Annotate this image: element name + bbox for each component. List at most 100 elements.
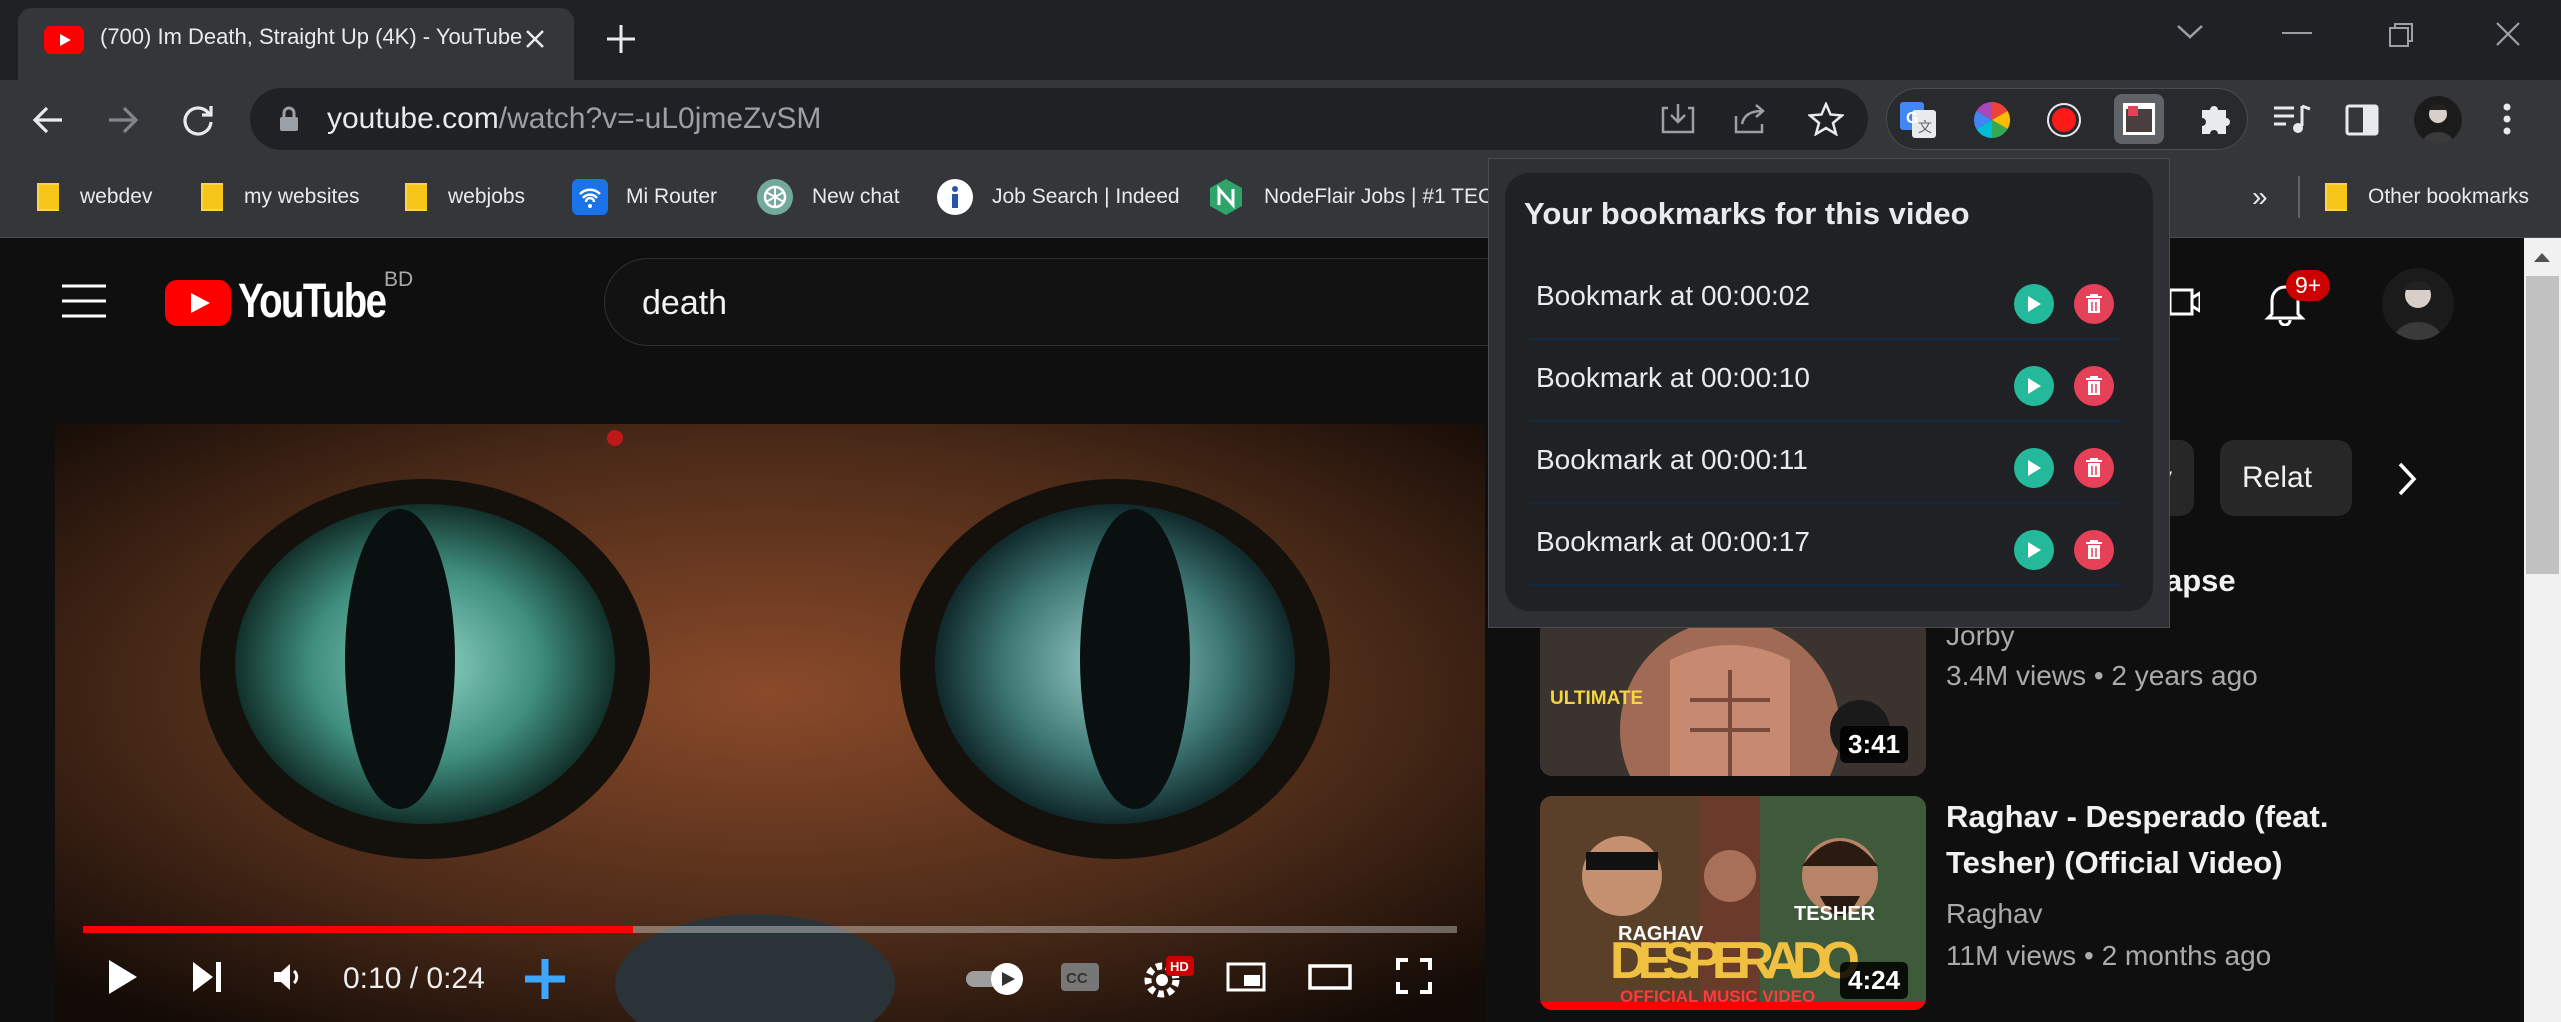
- folder-icon: [402, 181, 430, 213]
- back-icon[interactable]: [30, 102, 66, 138]
- bookmark-row: Bookmark at 00:00:11: [1530, 422, 2120, 504]
- next-icon[interactable]: [190, 960, 224, 994]
- tab-search-chevron-icon[interactable]: [2175, 22, 2205, 42]
- scroll-up-arrow-icon[interactable]: [2532, 250, 2552, 264]
- window-close-icon[interactable]: [2494, 20, 2522, 48]
- scrollbar-thumb[interactable]: [2526, 276, 2559, 574]
- color-picker-icon[interactable]: [1972, 100, 2012, 140]
- nodeflair-icon: [1206, 177, 1246, 217]
- svg-text:CC: CC: [1066, 970, 1088, 987]
- play-bookmark-icon[interactable]: [2014, 284, 2054, 324]
- hamburger-menu-icon[interactable]: [62, 284, 106, 318]
- chips-next-chevron-icon[interactable]: [2396, 460, 2418, 498]
- bookmark-label: Bookmark at 00:00:17: [1536, 526, 1810, 557]
- close-tab-icon[interactable]: [522, 26, 548, 52]
- bookmark-star-icon[interactable]: [1808, 102, 1844, 136]
- install-app-icon[interactable]: [1660, 102, 1696, 136]
- bookmark-mi-router[interactable]: Mi Router: [572, 158, 717, 236]
- folder-icon: [34, 181, 62, 213]
- bookmarks-bar: webdev my websites webjobs Mi Router New…: [0, 158, 2561, 238]
- bookmark-label: Bookmark at 00:00:10: [1536, 362, 1810, 393]
- side-panel-icon[interactable]: [2345, 104, 2379, 136]
- delete-bookmark-icon[interactable]: [2074, 366, 2114, 406]
- add-bookmark-icon[interactable]: [522, 956, 568, 1002]
- video-meta: 3.4M views • 2 years ago: [1946, 660, 2258, 691]
- bookmark-folder-webdev[interactable]: webdev: [34, 158, 152, 236]
- search-input[interactable]: [604, 258, 1504, 346]
- info-icon: [936, 178, 974, 216]
- country-code: BD: [384, 268, 414, 291]
- channel-name[interactable]: Raghav: [1946, 898, 2043, 930]
- bookmark-label: Bookmark at 00:00:11: [1536, 444, 1808, 475]
- folder-icon: [198, 181, 226, 213]
- notification-count-badge: 9+: [2286, 270, 2331, 301]
- bookmark-extension-icon: [2123, 103, 2155, 135]
- extensions-puzzle-icon[interactable]: [2196, 100, 2234, 138]
- url-text[interactable]: youtube.com/watch?v=-uL0jmeZvSM: [327, 102, 821, 136]
- youtube-favicon-icon: [44, 26, 84, 54]
- time-display: 0:10 / 0:24: [343, 962, 485, 995]
- thumbnail-text: ULTIMATE: [1550, 688, 1643, 709]
- play-icon[interactable]: [106, 958, 140, 996]
- restore-icon[interactable]: [2388, 22, 2414, 48]
- minimize-icon[interactable]: [2282, 32, 2312, 36]
- svg-text:文: 文: [1918, 119, 1932, 135]
- video-meta: 11M views • 2 months ago: [1946, 940, 2272, 971]
- account-avatar[interactable]: [2382, 268, 2454, 340]
- play-bookmark-icon[interactable]: [2014, 448, 2054, 488]
- tab-title: (700) Im Death, Straight Up (4K) - YouTu…: [100, 24, 523, 49]
- settings-gear-icon[interactable]: HD: [1144, 956, 1194, 1000]
- bookmark-new-chat[interactable]: New chat: [756, 158, 900, 236]
- share-icon[interactable]: [1732, 102, 1770, 136]
- forward-icon[interactable]: [105, 102, 141, 138]
- chip-related[interactable]: Relat: [2220, 440, 2352, 516]
- wifi-icon: [572, 179, 608, 215]
- bookmarks-overflow-button[interactable]: »: [2252, 158, 2268, 236]
- delete-bookmark-icon[interactable]: [2074, 448, 2114, 488]
- folder-icon: [2322, 181, 2350, 213]
- bookmark-indeed[interactable]: Job Search | Indeed: [936, 158, 1180, 236]
- bookmark-row: Bookmark at 00:00:10: [1530, 340, 2120, 422]
- lock-icon[interactable]: [278, 106, 300, 132]
- play-bookmark-icon[interactable]: [2014, 366, 2054, 406]
- duration-badge: 4:24: [1840, 962, 1909, 999]
- miniplayer-icon[interactable]: [1226, 962, 1266, 992]
- popup-title: Your bookmarks for this video: [1524, 196, 1970, 231]
- bookmark-folder-webjobs[interactable]: webjobs: [402, 158, 525, 236]
- media-control-icon[interactable]: [2272, 104, 2312, 136]
- autoplay-toggle-icon[interactable]: [964, 962, 1026, 996]
- play-bookmark-icon[interactable]: [2014, 530, 2054, 570]
- svg-text:HD: HD: [1170, 959, 1189, 974]
- thumbnail-title-text: DESPERADO: [1610, 932, 1860, 990]
- subtitles-icon[interactable]: CC: [1060, 962, 1100, 992]
- volume-icon[interactable]: [272, 962, 304, 992]
- theater-mode-icon[interactable]: [1308, 964, 1352, 990]
- related-video-title[interactable]: Raghav - Desperado (feat. Tesher) (Offic…: [1946, 794, 2346, 886]
- bookmark-folder-my-websites[interactable]: my websites: [198, 158, 360, 236]
- bookmark-row: Bookmark at 00:00:17: [1530, 504, 2120, 586]
- other-bookmarks-folder[interactable]: Other bookmarks: [2322, 158, 2529, 236]
- fullscreen-icon[interactable]: [1396, 958, 1432, 994]
- reload-icon[interactable]: [180, 102, 216, 138]
- search-value: death: [642, 284, 728, 322]
- google-translate-icon[interactable]: G文: [1898, 100, 1938, 140]
- browser-menu-icon[interactable]: [2502, 102, 2512, 136]
- youtube-logo-text[interactable]: YouTube: [238, 274, 387, 329]
- bookmarks-divider: [2298, 176, 2300, 218]
- delete-bookmark-icon[interactable]: [2074, 284, 2114, 324]
- bookmark-row: Bookmark at 00:00:02: [1530, 258, 2120, 340]
- bookmark-nodeflair[interactable]: NodeFlair Jobs | #1 TECH: [1206, 158, 1508, 236]
- create-video-icon[interactable]: [2170, 282, 2200, 322]
- duration-badge: 3:41: [1840, 726, 1909, 763]
- svg-text:G: G: [1906, 110, 1918, 127]
- delete-bookmark-icon[interactable]: [2074, 530, 2114, 570]
- bookmark-extension-button[interactable]: [2114, 94, 2164, 144]
- new-tab-icon[interactable]: [604, 22, 638, 56]
- profile-avatar[interactable]: [2414, 96, 2462, 144]
- youtube-logo-icon[interactable]: [165, 280, 231, 326]
- bookmark-label: Bookmark at 00:00:02: [1536, 280, 1810, 311]
- record-icon[interactable]: [2046, 102, 2082, 138]
- thumbnail-text-right: TESHER: [1794, 903, 1876, 925]
- openai-icon: [756, 178, 794, 216]
- progress-fill: [83, 926, 633, 933]
